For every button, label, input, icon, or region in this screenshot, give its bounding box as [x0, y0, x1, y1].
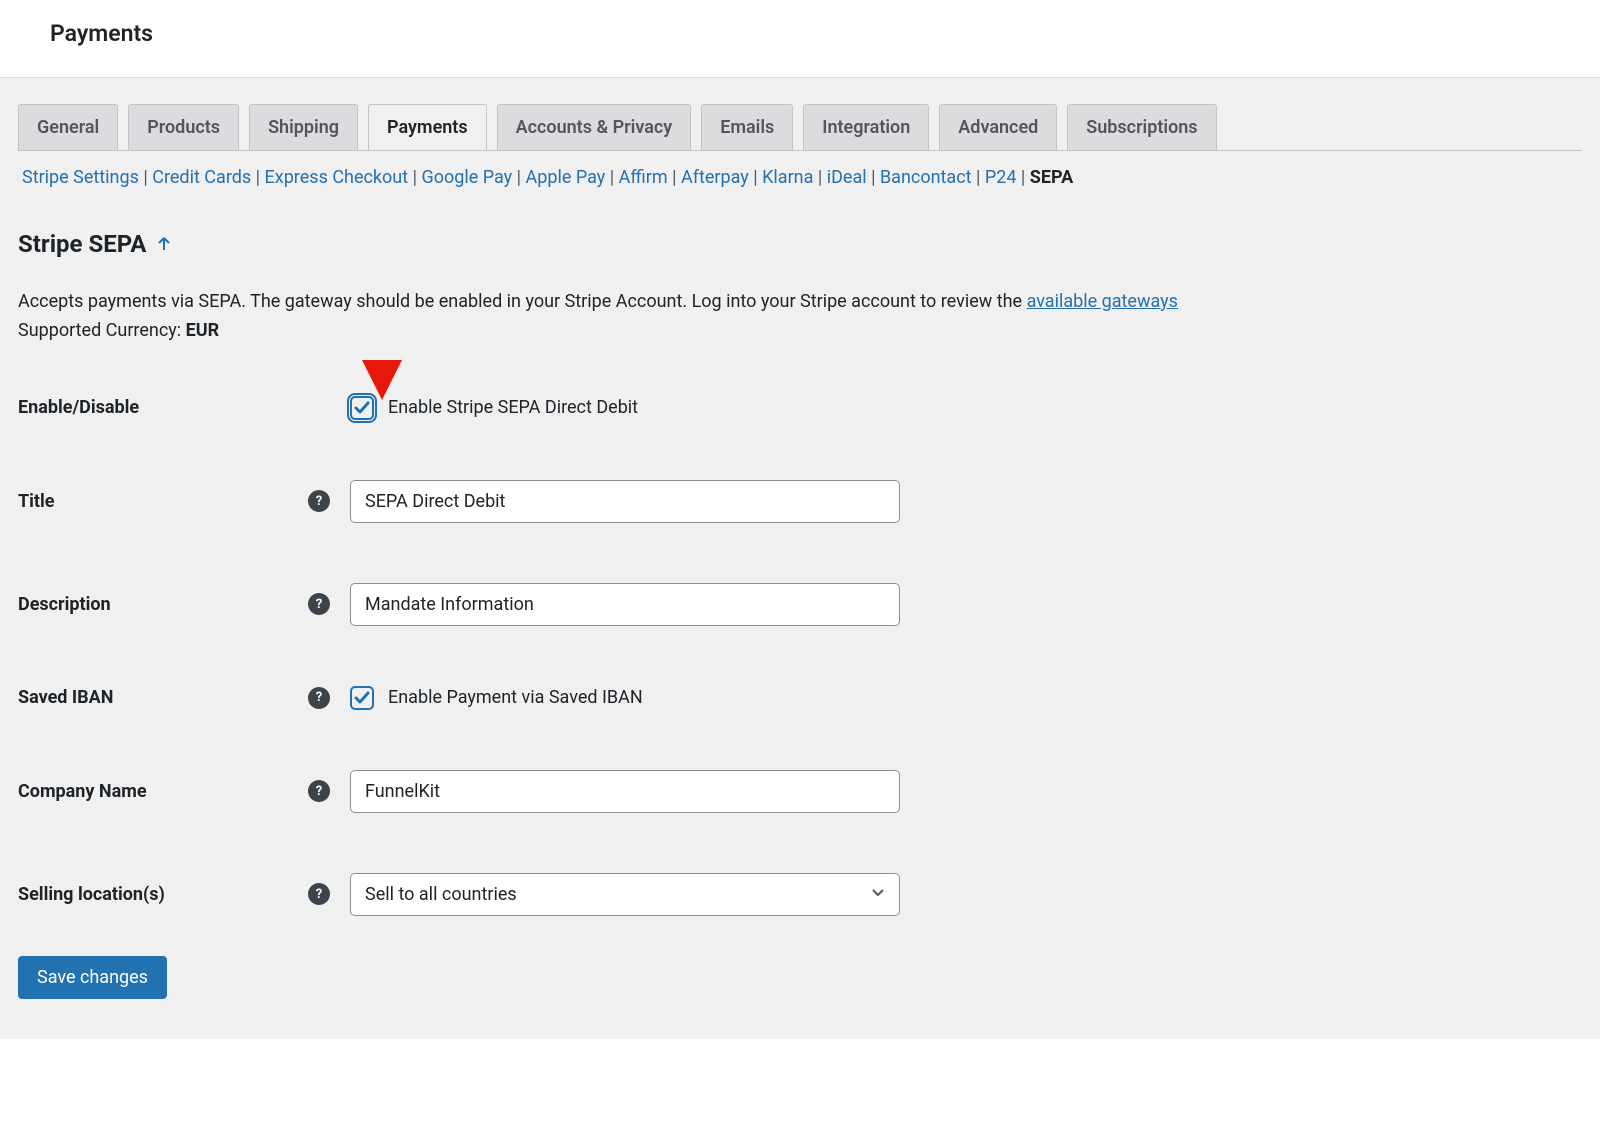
subsection-affirm[interactable]: Affirm: [619, 167, 668, 188]
title-label: Title: [18, 491, 308, 512]
separator: |: [408, 167, 421, 188]
return-icon[interactable]: [156, 236, 172, 252]
enable-sepa-text: Enable Stripe SEPA Direct Debit: [388, 397, 638, 418]
section-heading: Stripe SEPA: [18, 230, 172, 258]
help-icon[interactable]: ?: [308, 780, 330, 802]
section-description: Accepts payments via SEPA. The gateway s…: [18, 288, 1582, 346]
payments-subsections: Stripe Settings | Credit Cards | Express…: [18, 150, 1582, 190]
tab-shipping[interactable]: Shipping: [249, 104, 358, 150]
tab-products[interactable]: Products: [128, 104, 239, 150]
separator: |: [1016, 167, 1029, 188]
available-gateways-link[interactable]: available gateways: [1027, 291, 1178, 312]
help-icon[interactable]: ?: [308, 490, 330, 512]
saved-iban-text: Enable Payment via Saved IBAN: [388, 687, 643, 708]
company-name-label: Company Name: [18, 781, 308, 802]
saved-iban-label: Saved IBAN: [18, 687, 308, 708]
separator: |: [749, 167, 762, 188]
supported-currency-value: EUR: [186, 320, 220, 341]
supported-currency-label: Supported Currency:: [18, 320, 186, 341]
enable-sepa-checkbox[interactable]: [350, 396, 374, 420]
selling-locations-label: Selling location(s): [18, 884, 308, 905]
section-desc-text: Accepts payments via SEPA. The gateway s…: [18, 291, 1027, 312]
subsection-apple-pay[interactable]: Apple Pay: [526, 167, 606, 188]
help-icon[interactable]: ?: [308, 883, 330, 905]
separator: |: [605, 167, 618, 188]
save-changes-button[interactable]: Save changes: [18, 956, 167, 999]
saved-iban-checkbox[interactable]: [350, 686, 374, 710]
tab-general[interactable]: General: [18, 104, 118, 150]
subsection-sepa[interactable]: SEPA: [1030, 167, 1073, 188]
settings-tabs: GeneralProductsShippingPaymentsAccounts …: [18, 78, 1582, 150]
selling-locations-select[interactable]: Sell to all countries: [350, 873, 900, 916]
separator: |: [972, 167, 985, 188]
description-input[interactable]: [350, 583, 900, 626]
subsection-klarna[interactable]: Klarna: [762, 167, 813, 188]
page-title: Payments: [50, 20, 1550, 47]
tab-advanced[interactable]: Advanced: [939, 104, 1057, 150]
separator: |: [813, 167, 826, 188]
enable-disable-label: Enable/Disable: [18, 397, 308, 418]
subsection-afterpay[interactable]: Afterpay: [681, 167, 749, 188]
title-input[interactable]: [350, 480, 900, 523]
section-heading-text: Stripe SEPA: [18, 230, 146, 258]
tab-emails[interactable]: Emails: [701, 104, 793, 150]
separator: |: [139, 167, 152, 188]
separator: |: [668, 167, 681, 188]
description-label: Description: [18, 594, 308, 615]
separator: |: [251, 167, 264, 188]
subsection-bancontact[interactable]: Bancontact: [880, 167, 972, 188]
separator: |: [867, 167, 880, 188]
subsection-stripe-settings[interactable]: Stripe Settings: [22, 167, 139, 188]
tab-accounts[interactable]: Accounts & Privacy: [497, 104, 692, 150]
subsection-p24[interactable]: P24: [985, 167, 1017, 188]
company-name-input[interactable]: [350, 770, 900, 813]
help-icon[interactable]: ?: [308, 687, 330, 709]
subsection-express-checkout[interactable]: Express Checkout: [265, 167, 409, 188]
tab-subscriptions[interactable]: Subscriptions: [1067, 104, 1216, 150]
tab-integration[interactable]: Integration: [803, 104, 929, 150]
help-icon[interactable]: ?: [308, 593, 330, 615]
subsection-google-pay[interactable]: Google Pay: [421, 167, 512, 188]
subsection-credit-cards[interactable]: Credit Cards: [152, 167, 251, 188]
tab-payments[interactable]: Payments: [368, 104, 487, 150]
subsection-ideal[interactable]: iDeal: [827, 167, 867, 188]
separator: |: [512, 167, 525, 188]
